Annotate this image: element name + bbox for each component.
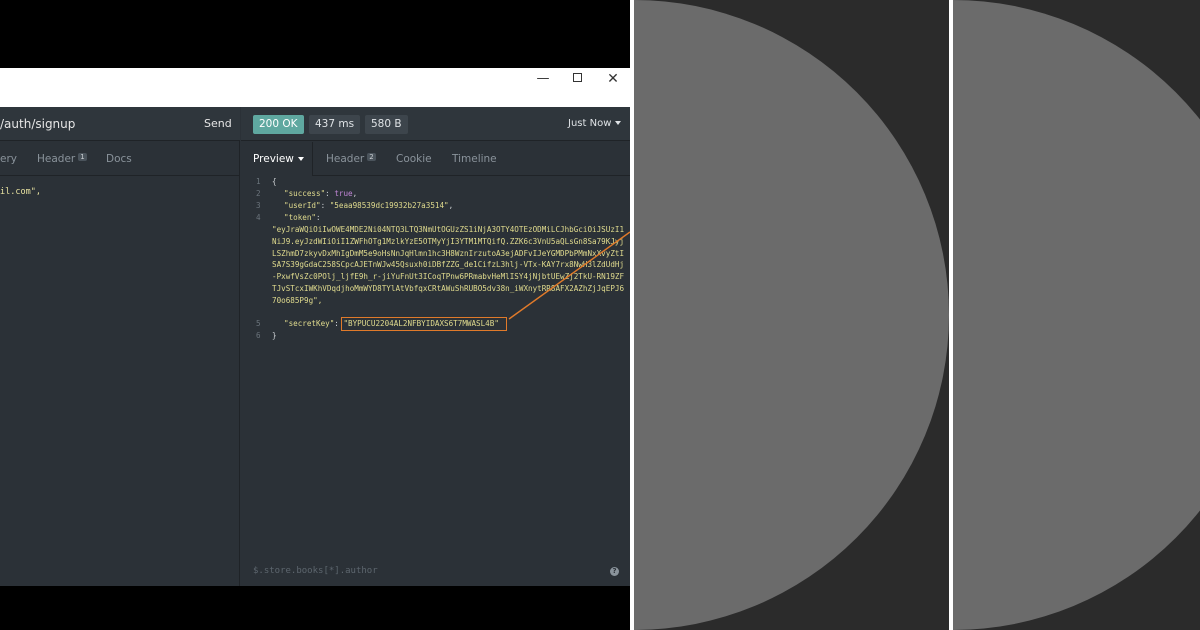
tab-timeline[interactable]: Timeline [452,153,497,165]
half-circle-a [634,0,949,630]
decorative-panel-a [634,0,949,630]
decorative-panel-b [953,0,1200,630]
url-input[interactable]: /auth/signup [0,117,75,131]
half-circle-shape [634,0,949,630]
request-body-editor[interactable]: il.com", [0,187,41,197]
response-size-badge: 580 B [365,115,408,134]
response-time-badge: 437 ms [309,115,361,134]
help-icon[interactable]: ? [610,567,619,576]
request-pane: /auth/signup Send ery Header 1 Docs il.co… [0,107,240,586]
decorative-panels [630,0,1200,630]
filter-input[interactable]: $.store.books[*].author [253,566,378,576]
tab-query[interactable]: ery [0,153,17,165]
tab-docs[interactable]: Docs [106,153,132,165]
title-bar: — ✕ [0,68,630,107]
request-tabs: ery Header 1 Docs [0,142,240,176]
json-viewer: 1 { 2 "success": true, 3 "userId": "5eaa… [241,177,630,562]
chevron-down-icon [297,157,304,161]
response-status-bar: 200 OK 437 ms 580 B Just Now [241,107,630,141]
response-header-label: Header [326,153,365,165]
tab-response-header[interactable]: Header 2 [326,153,376,165]
tab-preview-label: Preview [253,153,304,165]
send-button[interactable]: Send [204,117,232,130]
tab-header[interactable]: Header 1 [37,153,87,165]
maximize-icon [572,73,582,82]
history-label: Just Now [568,118,612,129]
url-bar: /auth/signup Send [0,107,240,141]
maximize-button[interactable] [562,68,592,92]
insomnia-app-window: — ✕ /auth/signup Send ery Header 1 Docs i… [0,68,630,586]
response-header-count-badge: 2 [367,153,376,161]
screenshot-panel: — ✕ /auth/signup Send ery Header 1 Docs i… [0,0,630,630]
half-circle-shape [953,0,1200,630]
response-pane: 200 OK 437 ms 580 B Just Now Preview Hea… [241,107,630,586]
half-circle-b [953,0,1200,630]
tab-cookie[interactable]: Cookie [396,153,432,165]
history-dropdown[interactable]: Just Now [568,118,622,129]
close-button[interactable]: ✕ [598,68,628,92]
preview-text: Preview [253,153,294,165]
minimize-button[interactable]: — [528,68,558,92]
tab-preview[interactable]: Preview [241,142,313,176]
chevron-down-icon [615,121,622,125]
status-badge: 200 OK [253,115,304,134]
response-tabs: Preview Header 2 Cookie Timeline [241,142,630,176]
tab-header-label: Header [37,153,76,165]
arrow-line [508,231,630,320]
annotation-arrow [508,231,630,320]
header-count-badge: 1 [78,153,87,161]
